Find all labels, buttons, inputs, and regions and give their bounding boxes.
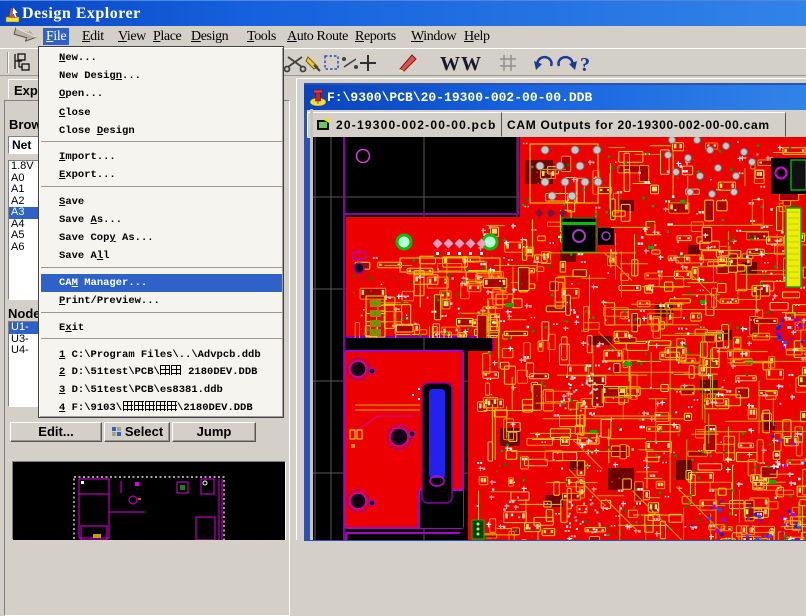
svg-text:W: W — [461, 53, 481, 75]
svg-text:W: W — [440, 53, 460, 75]
svg-text:?: ? — [580, 54, 590, 76]
